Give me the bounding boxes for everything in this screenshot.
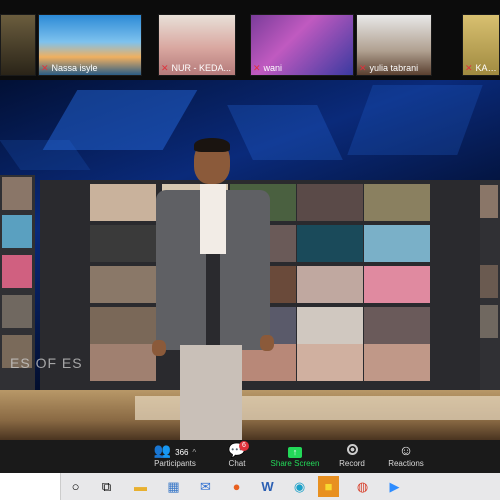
participant-strip: ✕ Nassa isyle ✕ NUR - KEDA... ✕ wani ✕ yulia…: [0, 0, 500, 80]
participants-button[interactable]: 👥 366 ^ Participants: [140, 440, 210, 473]
mic-muted-icon: ✕: [359, 63, 367, 73]
participant-tile[interactable]: ✕ NUR - KEDA...: [158, 14, 236, 76]
presenter-hand: [260, 335, 274, 351]
record-label: Record: [339, 459, 365, 468]
background-shard: [347, 85, 483, 155]
participant-tile[interactable]: ✕ yulia tabrani: [356, 14, 432, 76]
record-button[interactable]: Record: [332, 440, 372, 473]
mic-muted-icon: ✕: [41, 63, 49, 73]
chat-icon: 💬: [228, 442, 246, 458]
share-screen-button[interactable]: ↑ Share Screen: [266, 440, 324, 473]
meeting-toolbar: 👥 366 ^ Participants 💬 6 Chat ↑ Share Sc…: [0, 440, 500, 473]
mail-icon[interactable]: ✉: [195, 476, 216, 497]
participant-name: wani: [263, 63, 283, 73]
presenter-jacket: [156, 190, 206, 350]
firefox-icon[interactable]: ●: [226, 476, 247, 497]
mic-muted-icon: ✕: [253, 63, 261, 73]
participant-name: NUR - KEDA...: [171, 63, 232, 73]
mic-muted-icon: ✕: [465, 63, 473, 73]
chat-button[interactable]: 💬 6 Chat: [218, 440, 256, 473]
participant-tile[interactable]: ✕ wani: [250, 14, 354, 76]
reactions-label: Reactions: [388, 459, 424, 468]
zoom-icon[interactable]: ▶: [384, 476, 405, 497]
participant-name: Nassa isyle: [51, 63, 98, 73]
search-circle-icon[interactable]: ○: [65, 476, 86, 497]
presenter-video: [150, 138, 275, 440]
file-explorer-icon[interactable]: ▬: [130, 476, 151, 497]
share-screen-icon: ↑: [266, 440, 324, 458]
participant-name: KAK IT: [475, 63, 497, 73]
presenter-jacket: [220, 190, 270, 350]
participants-icon: 👥 366 ^: [153, 442, 197, 458]
word-icon[interactable]: W: [257, 476, 278, 497]
participants-label: Participants: [154, 459, 196, 468]
background-watermark: ES OF ES: [10, 355, 83, 371]
share-screen-label: Share Screen: [270, 459, 320, 468]
store-icon[interactable]: ▦: [163, 476, 184, 497]
reactions-icon: ☺: [398, 442, 414, 458]
presenter-hand: [152, 340, 166, 356]
presenter-hair: [194, 138, 230, 152]
presenter-shirt: [200, 184, 226, 254]
reactions-button[interactable]: ☺ Reactions: [382, 440, 430, 473]
taskbar-search-box[interactable]: [0, 473, 61, 500]
gallery-wall-right: [478, 180, 500, 390]
mic-muted-icon: ✕: [161, 63, 169, 73]
windows-taskbar: ○ ⧉ ▬ ▦ ✉ ● W ◉ ■ ◍ ▶: [0, 473, 500, 500]
chat-badge: 6: [239, 441, 249, 451]
participant-name: yulia tabrani: [369, 63, 419, 73]
participants-count: 366: [175, 448, 189, 457]
chevron-up-icon[interactable]: ^: [192, 448, 196, 457]
chat-label: Chat: [228, 459, 246, 468]
sticky-notes-icon[interactable]: ■: [318, 476, 339, 497]
participant-tile[interactable]: [0, 14, 36, 76]
edge-icon[interactable]: ◉: [289, 476, 310, 497]
record-icon: [332, 440, 372, 458]
chrome-icon[interactable]: ◍: [352, 476, 373, 497]
participant-tile[interactable]: ✕ Nassa isyle: [38, 14, 142, 76]
participant-tile[interactable]: ✕KAK IT: [462, 14, 500, 76]
presenter-pants: [180, 345, 242, 440]
task-view-icon[interactable]: ⧉: [96, 476, 117, 497]
